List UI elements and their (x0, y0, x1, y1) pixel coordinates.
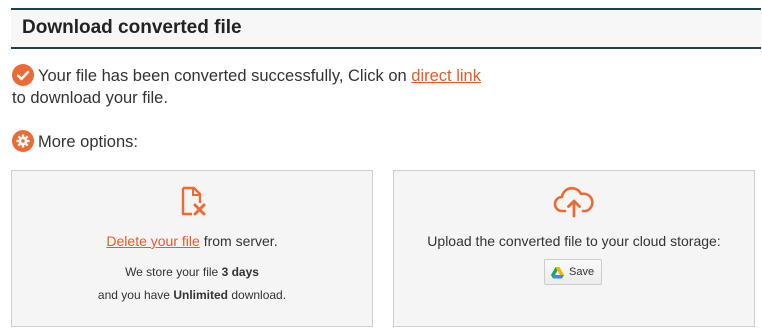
success-message-continued: to download your file. (12, 89, 168, 107)
download-page: Download converted file Your file has be… (0, 0, 762, 336)
save-label: Save (569, 266, 595, 278)
cloud-upload-panel: Upload the converted file to your cloud … (393, 170, 755, 327)
check-icon (12, 64, 34, 86)
google-drive-icon (551, 267, 564, 282)
page-header: Download converted file (11, 8, 761, 49)
delete-file-icon (175, 185, 209, 224)
storage-days: 3 days (221, 265, 259, 279)
more-options-heading: More options: (12, 130, 138, 153)
success-text: Your file has been converted successfull… (38, 67, 407, 85)
storage-prefix: We store your file (125, 265, 219, 279)
upload-text: Upload the converted file to your cloud … (427, 233, 721, 249)
google-drive-save-button[interactable]: Save (544, 259, 602, 285)
gear-icon (12, 130, 34, 152)
delete-file-link[interactable]: Delete your file (106, 233, 199, 249)
success-message: Your file has been converted successfull… (12, 64, 481, 87)
more-options-label: More options: (38, 133, 138, 151)
direct-link[interactable]: direct link (411, 67, 481, 85)
delete-line-suffix: from server. (203, 233, 278, 249)
storage-duration-text: We store your file 3 days (12, 265, 372, 279)
delete-file-panel: Delete your file from server. We store y… (11, 170, 373, 327)
page-title: Download converted file (22, 17, 242, 38)
download-suffix: download. (231, 288, 287, 302)
delete-line: Delete your file from server. (12, 233, 372, 249)
cloud-upload-icon (553, 185, 595, 224)
download-value: Unlimited (173, 288, 228, 302)
download-prefix: and you have (97, 288, 170, 302)
download-limit-text: and you have Unlimited download. (12, 288, 372, 302)
